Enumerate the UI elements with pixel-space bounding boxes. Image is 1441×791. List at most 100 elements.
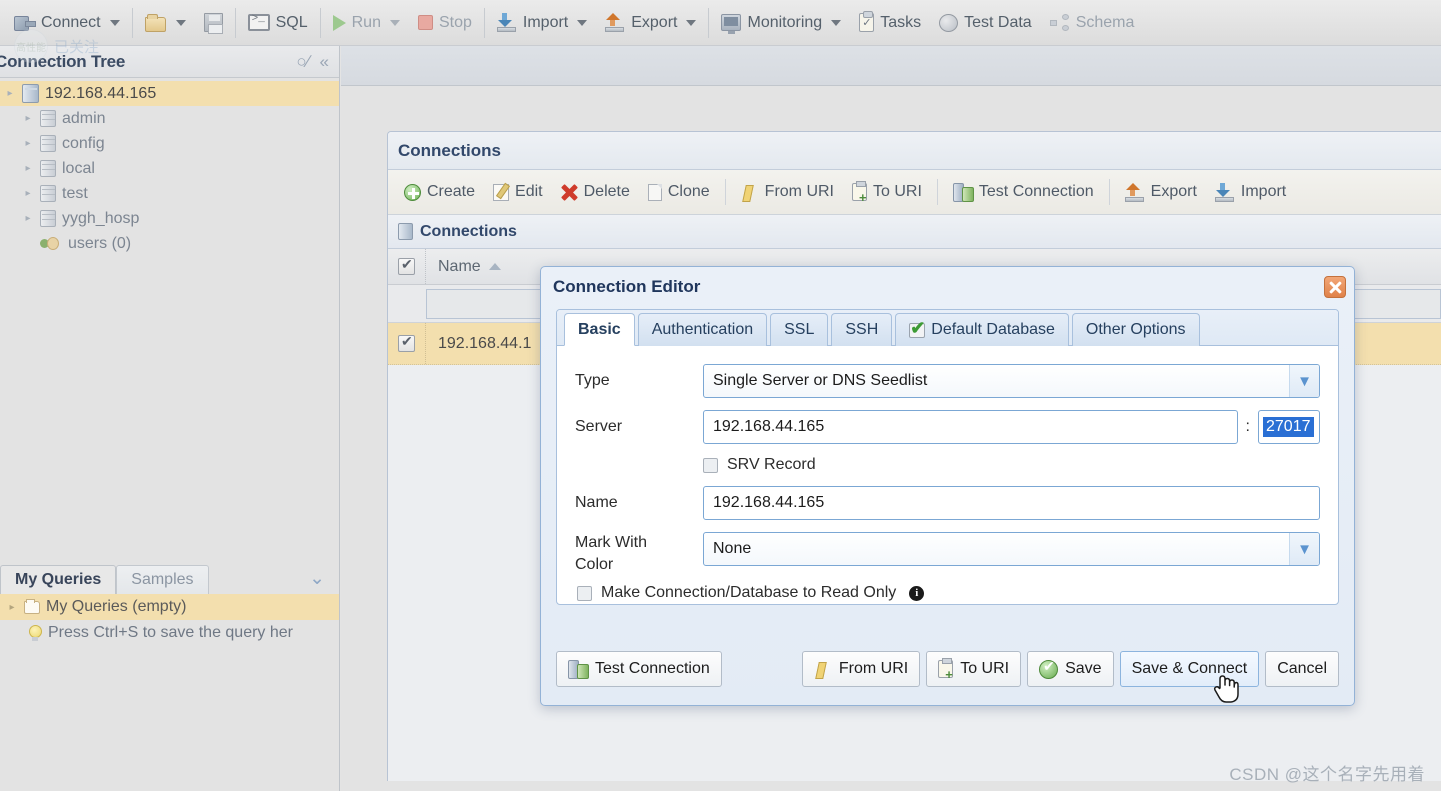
toolbar-run-button[interactable]: Run [324, 4, 409, 42]
chevron-right-icon[interactable]: ▸ [22, 188, 34, 199]
tree-item-admin[interactable]: ▸ admin [0, 106, 339, 131]
chevron-down-icon[interactable] [831, 19, 842, 26]
clone-button[interactable]: Clone [640, 175, 718, 209]
toolbar-schema-button[interactable]: Schema [1041, 4, 1144, 42]
from-uri-label: From URI [764, 183, 834, 200]
chevron-right-icon[interactable]: ▸ [6, 602, 18, 613]
chevron-down-icon[interactable] [686, 19, 697, 26]
delete-button[interactable]: Delete [553, 175, 638, 209]
toolbar-monitoring-button[interactable]: Monitoring [712, 4, 850, 42]
import-button[interactable]: Import [1207, 175, 1294, 209]
close-icon[interactable] [1324, 276, 1346, 298]
tab-my-queries[interactable]: My Queries [0, 565, 117, 594]
edit-button[interactable]: Edit [485, 175, 551, 209]
dialog-from-uri-button[interactable]: From URI [801, 651, 921, 687]
toolbar-stop-button[interactable]: Stop [409, 4, 481, 42]
tab-authentication[interactable]: Authentication [637, 313, 768, 346]
dialog-test-connection-button[interactable]: Test Connection [556, 651, 722, 687]
chevron-down-icon[interactable] [389, 19, 400, 26]
chevron-double-down-icon[interactable]: ⌄ [309, 567, 325, 590]
connections-toolbar: Create Edit Delete Clone From URI To U [388, 170, 1441, 215]
chevron-down-icon[interactable]: ▼ [1289, 365, 1319, 397]
chevron-down-icon[interactable] [175, 19, 186, 26]
toolbar-open-button[interactable] [136, 4, 195, 42]
srv-record-checkbox[interactable] [703, 457, 718, 473]
save-disk-icon [203, 13, 223, 34]
collapse-left-icon[interactable]: « [320, 52, 329, 72]
toolbar-sql-button[interactable]: SQL [239, 4, 317, 42]
srv-record-row[interactable]: SRV Record [703, 456, 1320, 474]
chevron-right-icon[interactable]: ▸ [4, 88, 16, 99]
dialog-save-button[interactable]: Save [1027, 651, 1114, 687]
csdn-watermark: CSDN @这个名字先用着 [1229, 765, 1425, 784]
name-value: 192.168.44.165 [713, 494, 825, 511]
info-icon[interactable]: i [909, 585, 925, 601]
tab-ssl[interactable]: SSL [770, 313, 829, 346]
read-only-checkbox[interactable] [577, 585, 592, 601]
connections-table-title: Connections [420, 222, 517, 240]
dialog-cancel-button[interactable]: Cancel [1265, 651, 1339, 687]
search-icon[interactable]: ○∕ [296, 52, 309, 72]
toolbar-import-button[interactable]: Import [488, 4, 596, 42]
chevron-right-icon[interactable]: ▸ [22, 113, 34, 124]
read-only-row[interactable]: Make Connection/Database to Read Only i [577, 584, 1320, 602]
queries-root-item[interactable]: ▸ My Queries (empty) [0, 594, 339, 620]
create-button[interactable]: Create [396, 175, 483, 209]
server-input[interactable]: 192.168.44.165 [703, 410, 1238, 444]
tab-ssh[interactable]: SSH [831, 313, 893, 346]
dialog-to-uri-button[interactable]: To URI [926, 651, 1022, 687]
tree-item-label: local [62, 159, 95, 177]
row-checkbox[interactable] [398, 333, 415, 352]
from-uri-button[interactable]: From URI [733, 175, 842, 209]
export-icon [605, 13, 625, 32]
dialog-body: Basic Authentication SSL SSH Default Dat… [556, 309, 1339, 605]
chevron-right-icon[interactable]: ▸ [22, 163, 34, 174]
dialog-save-and-connect-button[interactable]: Save & Connect [1119, 651, 1260, 687]
tab-label: Samples [131, 571, 194, 588]
chevron-right-icon[interactable]: ▸ [22, 138, 34, 149]
import-icon [496, 13, 517, 32]
row-select-cell[interactable] [388, 323, 426, 364]
name-input[interactable]: 192.168.44.165 [703, 486, 1320, 520]
to-uri-button[interactable]: To URI [844, 175, 930, 209]
toolbar-tasks-button[interactable]: Tasks [850, 4, 930, 42]
mark-color-field-row: Mark With Color None ▼ [575, 532, 1320, 576]
tree-item-local[interactable]: ▸ local [0, 156, 339, 181]
queries-hint-item: Press Ctrl+S to save the query her [0, 620, 339, 646]
tree-item-server[interactable]: ▸ 192.168.44.165 [0, 81, 339, 106]
queries-root-label: My Queries (empty) [46, 598, 187, 615]
srv-record-label: SRV Record [727, 456, 816, 473]
toolbar-test-data-button[interactable]: Test Data [930, 4, 1041, 42]
tab-samples[interactable]: Samples [116, 565, 209, 594]
connection-tree: ▸ 192.168.44.165 ▸ admin ▸ config ▸ loca… [0, 78, 339, 256]
port-input[interactable]: 27017 [1258, 410, 1320, 444]
select-all-cell[interactable] [388, 249, 426, 284]
toolbar-export-button[interactable]: Export [596, 4, 705, 42]
tree-item-config[interactable]: ▸ config [0, 131, 339, 156]
export-button[interactable]: Export [1117, 175, 1205, 209]
test-connection-icon [568, 660, 589, 679]
tree-item-label: config [62, 134, 105, 152]
type-label: Type [575, 372, 610, 389]
toolbar-save-button[interactable] [195, 4, 232, 42]
tab-default-database[interactable]: Default Database [895, 313, 1069, 346]
chevron-down-icon[interactable]: ▼ [1289, 533, 1319, 565]
test-connection-button[interactable]: Test Connection [945, 175, 1102, 209]
select-all-checkbox[interactable] [398, 256, 415, 275]
chevron-down-icon[interactable] [577, 19, 588, 26]
mark-color-select[interactable]: None ▼ [703, 532, 1320, 566]
row-name-value: 192.168.44.1 [438, 334, 532, 352]
tree-item-users[interactable]: users (0) [0, 231, 339, 256]
tree-item-yygh-hosp[interactable]: ▸ yygh_hosp [0, 206, 339, 231]
tab-label: Basic [578, 320, 621, 338]
toolbar-test-data-label: Test Data [964, 13, 1032, 31]
dialog-tabstrip: Basic Authentication SSL SSH Default Dat… [557, 310, 1338, 346]
type-select[interactable]: Single Server or DNS Seedlist ▼ [703, 364, 1320, 398]
tree-item-test[interactable]: ▸ test [0, 181, 339, 206]
tab-other-options[interactable]: Other Options [1071, 313, 1200, 346]
stop-icon [417, 15, 433, 30]
chevron-right-icon[interactable]: ▸ [22, 213, 34, 224]
database-icon [40, 110, 56, 127]
tab-basic[interactable]: Basic [564, 313, 635, 346]
chevron-down-icon[interactable] [109, 19, 120, 26]
